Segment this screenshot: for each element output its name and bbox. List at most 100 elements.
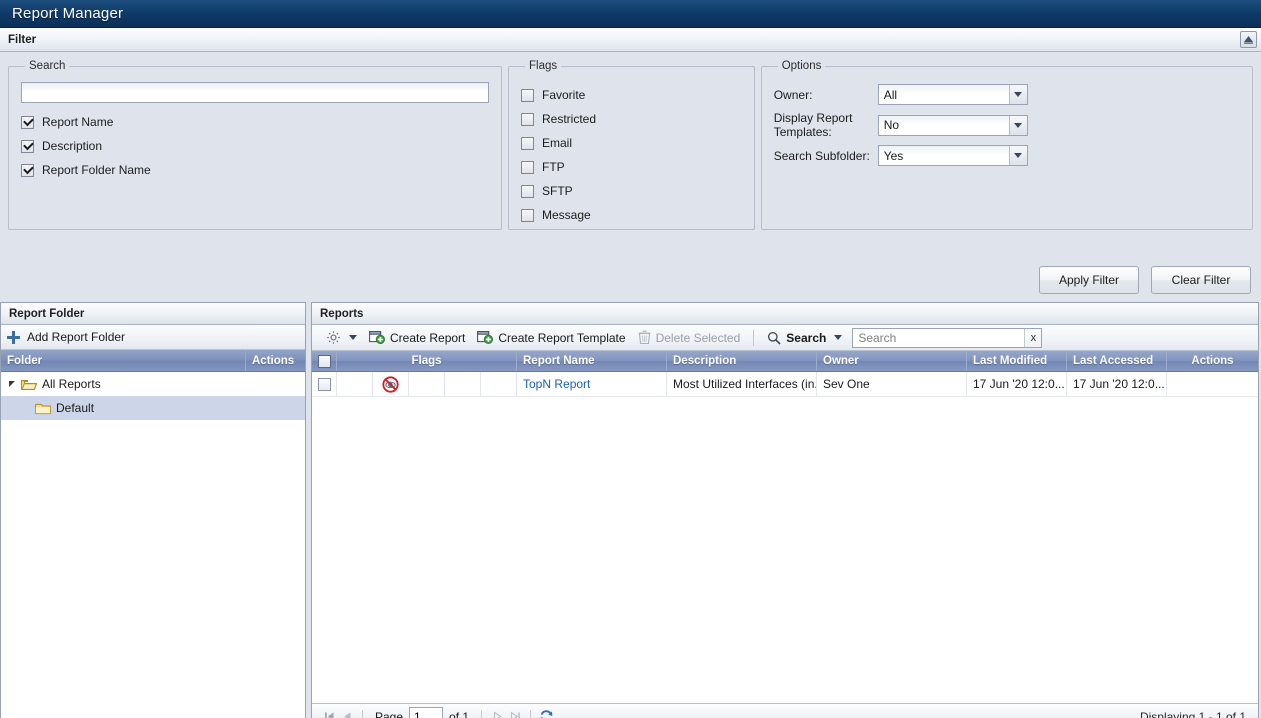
checkbox-description[interactable]: Description [21,135,489,157]
search-menu-label: Search [786,330,827,345]
checkbox-report-name[interactable]: Report Name [21,111,489,133]
column-header-description[interactable]: Description [667,351,817,371]
chevron-down-icon-settings [349,335,357,340]
pagination-separator-3 [530,709,532,718]
checkbox-box-favorite[interactable] [521,88,534,102]
checkbox-ftp[interactable]: FTP [521,156,742,178]
checkbox-box-sftp[interactable] [521,184,534,198]
prev-page-icon[interactable] [338,708,356,718]
reports-search-box[interactable]: x [852,327,1043,348]
flag-cell-restricted [373,372,409,396]
column-header-last-modified[interactable]: Last Modified [967,351,1067,371]
table-row[interactable]: TopN Report Most Utilized Interfaces (in… [312,372,1258,397]
checkbox-email[interactable]: Email [521,132,742,154]
pagination-separator-1 [362,709,363,718]
options-legend: Options [781,60,822,72]
checkbox-label-description: Description [42,139,103,153]
report-manager-app: Report Manager Filter Search Report Name [0,0,1261,718]
create-report-icon [369,331,385,344]
checkbox-favorite[interactable]: Favorite [521,84,742,106]
apply-filter-button[interactable]: Apply Filter [1039,266,1139,294]
checkbox-message[interactable]: Message [521,204,742,226]
report-folder-panel-header: Report Folder [1,303,305,325]
checkbox-label-favorite: Favorite [542,88,586,102]
checkbox-box-description[interactable] [21,139,34,153]
prev-page-glyph [343,712,350,718]
tree-item-default[interactable]: Default [1,396,305,420]
select-all-checkbox[interactable] [317,354,331,368]
search-checkbox-group: Report Name Description Report Folder Na… [21,111,489,181]
checkbox-box-report-name[interactable] [21,115,34,129]
refresh-icon[interactable] [537,708,555,718]
checkbox-box-message[interactable] [521,208,534,222]
clear-filter-button[interactable]: Clear Filter [1151,266,1251,294]
display-report-templates-value: No [883,118,900,132]
search-input[interactable] [21,82,489,103]
cell-last-modified: 17 Jun '20 12:0... [967,372,1067,396]
last-page-icon[interactable] [506,708,524,718]
create-report-label: Create Report [390,330,466,345]
checkbox-box-ftp[interactable] [521,160,534,174]
page-label: Page [375,709,404,718]
reports-panel-header: Reports [312,303,1258,325]
checkbox-box-email[interactable] [521,136,534,150]
checkbox-sftp[interactable]: SFTP [521,180,742,202]
column-header-actions[interactable]: Actions [1167,351,1258,371]
options-fieldset: Options Owner: All Display Report Templa… [760,60,1253,230]
checkbox-label-sftp: SFTP [542,184,573,198]
column-header-flags[interactable]: Flags [337,351,517,371]
cell-description: Most Utilized Interfaces (in... [667,372,817,396]
add-report-folder-button[interactable]: Add Report Folder [7,330,125,344]
chevron-down-icon-owner[interactable] [1008,85,1027,104]
owner-select[interactable]: All [877,84,1028,105]
chevron-up-icon[interactable] [1240,31,1257,48]
checkbox-label-report-folder-name: Report Folder Name [42,163,151,177]
options-grid: Owner: All Display Report Templates: No … [774,84,1240,166]
pagination-separator-2 [481,709,483,718]
display-report-templates-select[interactable]: No [877,114,1028,136]
delete-selected-button[interactable]: Delete Selected [632,327,747,349]
search-subfolder-select[interactable]: Yes [877,145,1028,166]
settings-menu-button[interactable] [320,327,363,349]
pagination-bar: Page of 1 [312,703,1258,718]
tree-item-all-reports[interactable]: All Reports [1,372,305,396]
column-header-last-accessed[interactable]: Last Accessed [1067,351,1167,371]
first-page-icon[interactable] [320,708,338,718]
column-header-folder[interactable]: Folder [1,350,246,371]
add-report-folder-label: Add Report Folder [27,330,126,344]
column-header-report-name[interactable]: Report Name [517,351,667,371]
create-report-template-icon [477,331,494,344]
row-checkbox[interactable] [317,377,331,391]
create-report-template-button[interactable]: Create Report Template [471,327,631,349]
column-header-owner[interactable]: Owner [817,351,967,371]
checkbox-box-report-folder-name[interactable] [21,163,34,177]
folder-icon [35,403,51,414]
report-name-link[interactable]: TopN Report [523,377,590,391]
search-subfolder-value: Yes [883,148,904,163]
tree-item-label-default: Default [56,401,95,415]
label-display-report-templates: Display Report Templates: [773,111,853,139]
next-page-icon[interactable] [488,708,506,718]
next-page-glyph [493,711,502,718]
search-menu-button[interactable]: Search [761,327,848,349]
checkbox-restricted[interactable]: Restricted [521,108,742,130]
column-header-actions[interactable]: Actions [246,350,305,371]
checkbox-report-folder-name[interactable]: Report Folder Name [21,159,489,181]
checkbox-box-restricted[interactable] [521,112,534,126]
gear-icon [327,331,340,344]
clear-search-icon[interactable]: x [1024,328,1042,347]
chevron-down-icon-templates[interactable] [1008,115,1027,135]
reports-toolbar: Create Report Create Report Template Del… [312,325,1258,351]
chevron-down-icon-subfolder[interactable] [1008,146,1027,165]
flag-cell-1 [337,372,373,396]
reports-grid-body: TopN Report Most Utilized Interfaces (in… [312,372,1258,677]
expand-collapse-icon[interactable] [9,379,19,389]
delete-selected-label: Delete Selected [655,330,741,345]
create-report-button[interactable]: Create Report [363,327,471,349]
cell-report-name: TopN Report [517,372,667,396]
row-select-cell[interactable] [312,372,337,396]
reports-search-input[interactable] [853,328,1025,347]
filter-section-header: Filter [0,28,1261,52]
column-header-select-all[interactable] [312,351,337,371]
page-number-input[interactable] [409,707,444,718]
